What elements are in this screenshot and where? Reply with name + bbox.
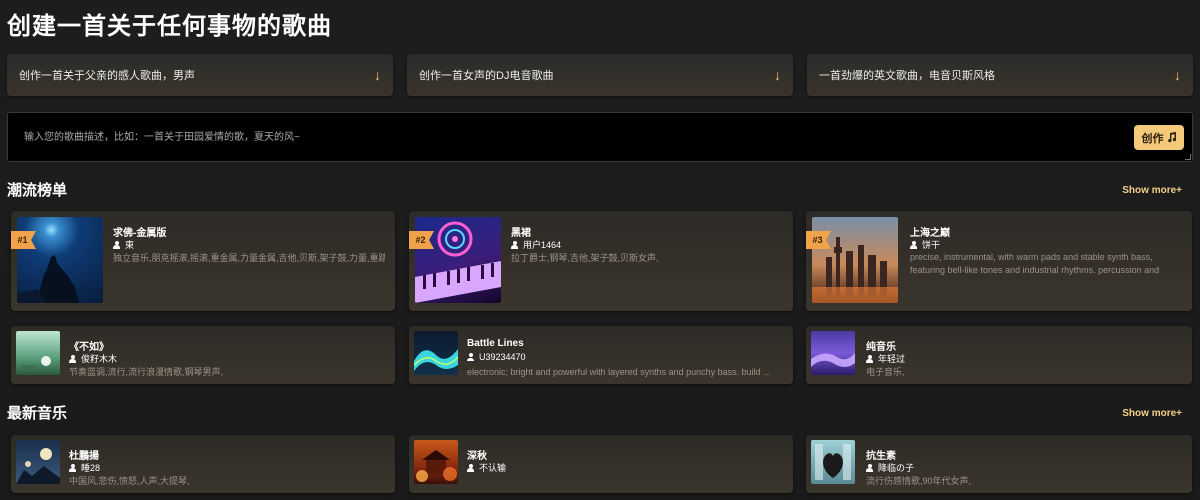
song-tags: electronic; bright and powerful with lay… (467, 367, 771, 377)
song-title: 求佛-金属版 (113, 228, 167, 239)
author-name: 用户1464 (523, 240, 562, 250)
song-tags: precise, instrumental, with warm pads an… (910, 252, 1160, 275)
song-title: 抗生素 (866, 451, 896, 462)
song-title: 《不如》 (69, 342, 109, 353)
song-card-2[interactable]: #2 黑裙 用户1464 拉丁爵士,钢琴,吉他,架子鼓,贝斯女声, (409, 211, 793, 311)
latest-card-1[interactable]: 杜鵬揚 睡28 中国风,悲伤,愤怒,人声,大提琴, (11, 435, 395, 493)
song-title: 上海之巅 (910, 228, 950, 239)
user-icon (866, 463, 873, 472)
latest-card-2[interactable]: 深秋 不认输 (409, 435, 793, 493)
create-button-label: 创作 (1141, 132, 1164, 145)
music-note-icon (1167, 132, 1176, 143)
trending-show-more-link[interactable]: Show more+ (1122, 185, 1182, 196)
page-title: 创建一首关于任何事物的歌曲 (7, 13, 332, 40)
song-author: 饼干 (910, 238, 940, 251)
song-author: 睡28 (69, 461, 100, 474)
song-card-4[interactable]: 《不如》 俊籽木木 节奏蓝调,流行,流行浪漫情歌,钢琴男声, (11, 326, 395, 384)
user-icon (467, 353, 474, 361)
song-card-3[interactable]: #3 上海之巅 饼干 precise, instrumental, with w… (806, 211, 1192, 311)
author-name: 年轻过 (878, 354, 906, 364)
prompt-suggestion-2[interactable]: 创作一首女声的DJ电音歌曲 ↓ (407, 54, 793, 96)
prompt-suggestion-label: 创作一首女声的DJ电音歌曲 (419, 70, 554, 82)
author-name: U39234470 (479, 352, 526, 362)
trending-title: 潮流榜单 (7, 182, 68, 199)
author-name: 東 (125, 240, 135, 250)
song-title: 深秋 (467, 451, 487, 462)
song-description-box: 创作 (7, 112, 1193, 162)
prompt-suggestion-1[interactable]: 创作一首关于父亲的感人歌曲，男声 ↓ (7, 54, 393, 96)
song-author: 俊籽木木 (69, 352, 117, 365)
create-button[interactable]: 创作 (1134, 125, 1184, 150)
user-icon (866, 354, 873, 363)
song-cover (811, 331, 855, 375)
prompt-suggestion-label: 创作一首关于父亲的感人歌曲，男声 (19, 70, 195, 82)
song-card-6[interactable]: 纯音乐 年轻过 电子音乐, (806, 326, 1192, 384)
user-icon (113, 240, 120, 249)
author-name: 不认输 (479, 463, 507, 473)
song-author: 年轻过 (866, 352, 905, 365)
page: 创建一首关于任何事物的歌曲 创作一首关于父亲的感人歌曲，男声 ↓ 创作一首女声的… (0, 0, 1200, 500)
song-title: 杜鵬揚 (69, 451, 99, 462)
song-tags: 拉丁爵士,钢琴,吉他,架子鼓,贝斯女声, (511, 253, 659, 263)
author-name: 睡28 (81, 463, 101, 473)
author-name: 饼干 (922, 240, 941, 250)
author-name: 降临の子 (878, 463, 915, 473)
song-cover (414, 331, 458, 375)
song-cover (811, 440, 855, 484)
song-tags: 中国风,悲伤,愤怒,人声,大提琴, (69, 476, 190, 486)
song-author: 用户1464 (511, 238, 561, 251)
song-author: 東 (113, 238, 134, 251)
song-cover (415, 217, 501, 303)
resize-handle[interactable] (1185, 154, 1191, 160)
song-tags: 独立音乐,朋克摇滚,摇滚,重金属,力量金属,吉他,贝斯,架子鼓,力量,重踏, (113, 253, 385, 263)
song-cover (812, 217, 898, 303)
arrow-down-icon: ↓ (374, 67, 381, 83)
prompt-suggestion-3[interactable]: 一首劲爆的英文歌曲，电音贝斯风格 ↓ (807, 54, 1193, 96)
song-cover (16, 440, 60, 484)
song-title: 黑裙 (511, 228, 531, 239)
song-tags: 电子音乐, (866, 367, 905, 377)
prompt-suggestion-label: 一首劲爆的英文歌曲，电音贝斯风格 (819, 70, 995, 82)
user-icon (69, 354, 76, 363)
latest-show-more-link[interactable]: Show more+ (1122, 408, 1182, 419)
author-name: 俊籽木木 (81, 354, 118, 364)
user-icon (910, 240, 917, 249)
latest-title: 最新音乐 (7, 405, 68, 422)
arrow-down-icon: ↓ (774, 67, 781, 83)
song-description-input[interactable] (24, 127, 1124, 147)
song-cover (16, 331, 60, 375)
song-card-1[interactable]: #1 求佛-金属版 東 独立音乐,朋克摇滚,摇滚,重金属,力量金属,吉他,贝斯,… (11, 211, 395, 311)
arrow-down-icon: ↓ (1174, 67, 1181, 83)
latest-card-3[interactable]: 抗生素 降临の子 流行伤感情歌,90年代女声, (806, 435, 1192, 493)
song-cover (414, 440, 458, 484)
song-tags: 流行伤感情歌,90年代女声, (866, 476, 972, 486)
user-icon (511, 240, 518, 249)
user-icon (467, 463, 474, 472)
song-title: Battle Lines (467, 338, 524, 349)
song-cover (17, 217, 103, 303)
user-icon (69, 463, 76, 472)
song-tags: 节奏蓝调,流行,流行浪漫情歌,钢琴男声, (69, 367, 224, 377)
prompt-suggestions: 创作一首关于父亲的感人歌曲，男声 ↓ 创作一首女声的DJ电音歌曲 ↓ 一首劲爆的… (7, 54, 1193, 96)
song-author: 不认输 (467, 461, 506, 474)
song-title: 纯音乐 (866, 342, 896, 353)
song-card-5[interactable]: Battle Lines U39234470 electronic; brigh… (409, 326, 793, 384)
song-author: U39234470 (467, 352, 526, 362)
song-author: 降临の子 (866, 461, 914, 474)
